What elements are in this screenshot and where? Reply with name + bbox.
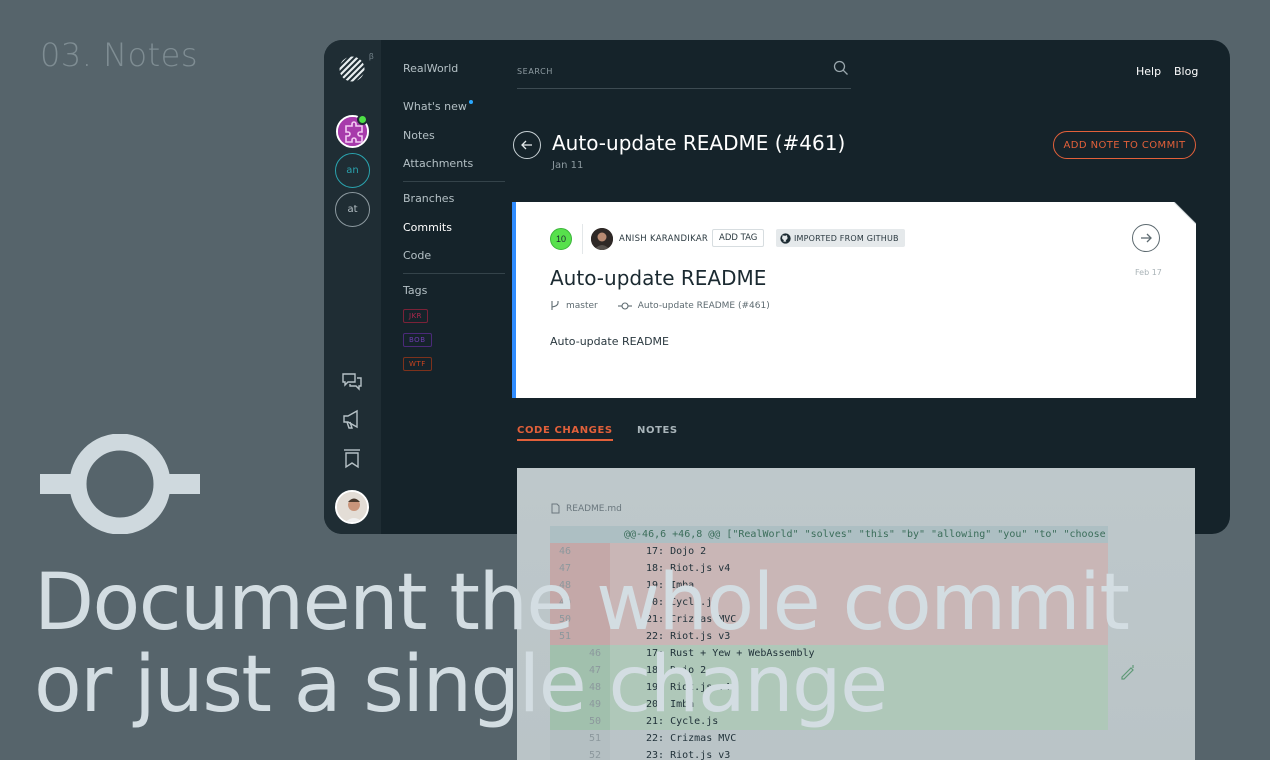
bookmark-icon[interactable] (341, 447, 363, 469)
author-photo (591, 228, 613, 250)
author-avatar (591, 228, 613, 250)
blog-link[interactable]: Blog (1174, 65, 1198, 78)
search-input[interactable] (517, 61, 817, 81)
project-name[interactable]: RealWorld (403, 62, 458, 75)
search-icon[interactable] (833, 60, 849, 76)
commit-icon (617, 301, 632, 310)
arrow-left-icon (521, 140, 532, 150)
card-date: Feb 17 (1135, 268, 1162, 277)
diff-line[interactable]: 52 23: Riot.js v3 (550, 747, 1108, 760)
add-note-to-commit-button[interactable]: ADD NOTE TO COMMIT (1053, 131, 1196, 159)
tags-header: Tags (403, 284, 428, 297)
divider (582, 224, 583, 254)
file-header: README.md (551, 503, 622, 514)
tag-wtf[interactable]: WTF (403, 357, 432, 371)
corner-fold (1174, 202, 1196, 224)
logo-icon[interactable] (339, 56, 365, 82)
online-badge (357, 114, 368, 125)
diff-hunk-header: @@-46,6 +46,8 @@ ["RealWorld" "solves" "… (550, 526, 1108, 543)
workspace-an-button[interactable]: an (335, 153, 370, 188)
commit-node-icon (40, 434, 200, 534)
sidebar-item-attachments[interactable]: Attachments (403, 157, 473, 170)
left-rail: β an at (324, 40, 381, 534)
megaphone-icon[interactable] (341, 408, 363, 430)
sidebar-item-notes[interactable]: Notes (403, 129, 435, 142)
sidebar-item-commits[interactable]: Commits (403, 221, 452, 234)
add-tag-button[interactable]: ADD TAG (712, 229, 765, 247)
chat-icon[interactable] (341, 371, 363, 393)
notes-count-badge: 10 (550, 228, 572, 250)
sidebar-item-branches[interactable]: Branches (403, 192, 454, 205)
branch-name[interactable]: master (566, 301, 598, 311)
help-link[interactable]: Help (1136, 65, 1161, 78)
user-photo (337, 492, 367, 522)
arrow-right-icon (1141, 233, 1152, 243)
headline-line-2: or just a single change (34, 640, 888, 730)
user-avatar[interactable] (335, 490, 369, 524)
imported-label: IMPORTED FROM GITHUB (794, 233, 899, 243)
page-title: Auto-update README (#461) (552, 131, 846, 155)
headline: Document the whole commit or just a sing… (34, 558, 1130, 730)
imported-badge: IMPORTED FROM GITHUB (776, 229, 905, 247)
github-icon (780, 232, 791, 244)
file-name: README.md (566, 503, 622, 514)
headline-line-1: Document the whole commit (34, 558, 1130, 648)
commit-card: 10 ANISH KARANDIKAR ADD TAG IMPORTED FRO… (512, 202, 1196, 398)
commit-meta: master Auto-update README (#461) (550, 300, 770, 311)
unread-dot (468, 100, 473, 104)
sidebar-item-whats-new[interactable]: What's new (403, 100, 473, 113)
tag-bob[interactable]: BOB (403, 333, 432, 347)
divider (403, 273, 505, 274)
commit-message: Auto-update README (550, 335, 669, 348)
author-name[interactable]: ANISH KARANDIKAR (619, 234, 708, 244)
file-icon (551, 503, 560, 514)
step-label: 03. Notes (40, 36, 198, 74)
commit-date: Jan 11 (552, 160, 584, 171)
next-button[interactable] (1132, 224, 1160, 252)
card-title: Auto-update README (550, 266, 767, 290)
search-bar (517, 58, 851, 89)
tag-jkr[interactable]: JKR (403, 309, 429, 323)
branch-icon (551, 301, 559, 310)
workspace-at-button[interactable]: at (335, 192, 370, 227)
diff-line[interactable]: 51 22: Crizmas MVC (550, 730, 1108, 747)
commit-ref[interactable]: Auto-update README (#461) (638, 301, 770, 311)
divider (403, 181, 505, 182)
back-button[interactable] (513, 131, 541, 159)
app-window: β an at RealWorld What's new Notes Attac… (324, 40, 1230, 534)
project-sidebar: RealWorld What's new Notes Attachments B… (403, 40, 509, 534)
tab-code-changes[interactable]: CODE CHANGES (517, 425, 613, 441)
tab-notes[interactable]: NOTES (637, 425, 678, 436)
sidebar-item-code[interactable]: Code (403, 249, 431, 262)
beta-label: β (369, 52, 374, 61)
sidebar-item-label: What's new (403, 100, 467, 113)
